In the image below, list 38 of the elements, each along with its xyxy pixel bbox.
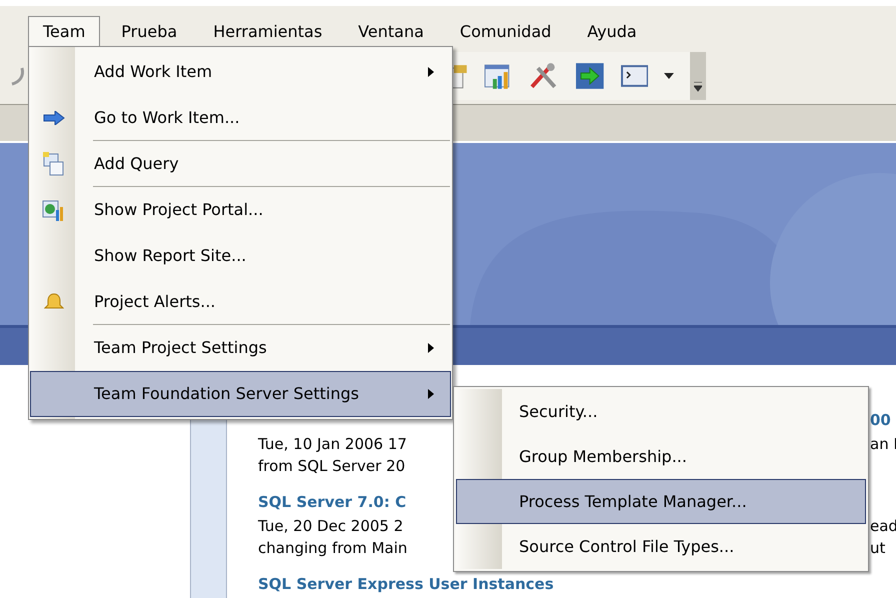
menu-item[interactable]: Show Report Site... <box>30 233 451 279</box>
menu-item[interactable]: Group Membership... <box>456 434 866 479</box>
article-title[interactable]: 00 <box>870 408 891 431</box>
article-text: an I <box>870 434 896 455</box>
menu-item[interactable]: Process Template Manager... <box>456 479 866 524</box>
article-text: Tue, 10 Jan 2006 17 <box>258 434 407 455</box>
overflow-icon <box>694 82 702 92</box>
submenu-arrow-icon <box>428 67 434 77</box>
menu-item[interactable]: Prueba <box>106 16 192 47</box>
article-title[interactable]: SQL Server Express User Instances <box>258 572 554 595</box>
menu-item[interactable]: Herramientas <box>198 16 338 47</box>
submenu-arrow-icon <box>428 343 434 353</box>
menu-item[interactable]: Ayuda <box>572 16 652 47</box>
bell-icon <box>44 293 64 311</box>
menu-item[interactable]: Go to Work Item... <box>30 95 451 141</box>
menu-item[interactable]: Add Query <box>30 141 451 187</box>
article-text: Tue, 20 Dec 2005 2 <box>258 516 404 537</box>
menu-item[interactable]: Source Control File Types... <box>456 524 866 569</box>
article-title[interactable]: SQL Server 7.0: C <box>258 490 406 513</box>
menu-item[interactable]: Team Foundation Server Settings <box>30 371 451 417</box>
article-text: from SQL Server 20 <box>258 456 406 477</box>
menu-item[interactable]: Project Alerts... <box>30 279 451 325</box>
portal-icon <box>42 198 66 222</box>
article-text: changing from Main <box>258 538 408 559</box>
submenu-arrow-icon <box>428 389 434 399</box>
menu-item[interactable]: Security... <box>456 389 866 434</box>
console-icon[interactable] <box>620 64 648 86</box>
menu-item[interactable]: Team Project Settings <box>30 325 451 371</box>
menu-item[interactable]: Show Project Portal... <box>30 187 451 233</box>
dropdown-icon[interactable] <box>664 72 674 78</box>
toolbar-overflow[interactable] <box>690 52 706 100</box>
article-text: ut <box>870 538 886 559</box>
arrow-window-icon[interactable] <box>575 62 605 90</box>
menu-item[interactable]: Team <box>28 16 100 47</box>
query-icon <box>43 152 65 176</box>
menu-item[interactable]: Ventana <box>343 16 439 47</box>
arrow-icon <box>43 111 65 125</box>
menu-item[interactable]: Comunidad <box>444 16 566 47</box>
